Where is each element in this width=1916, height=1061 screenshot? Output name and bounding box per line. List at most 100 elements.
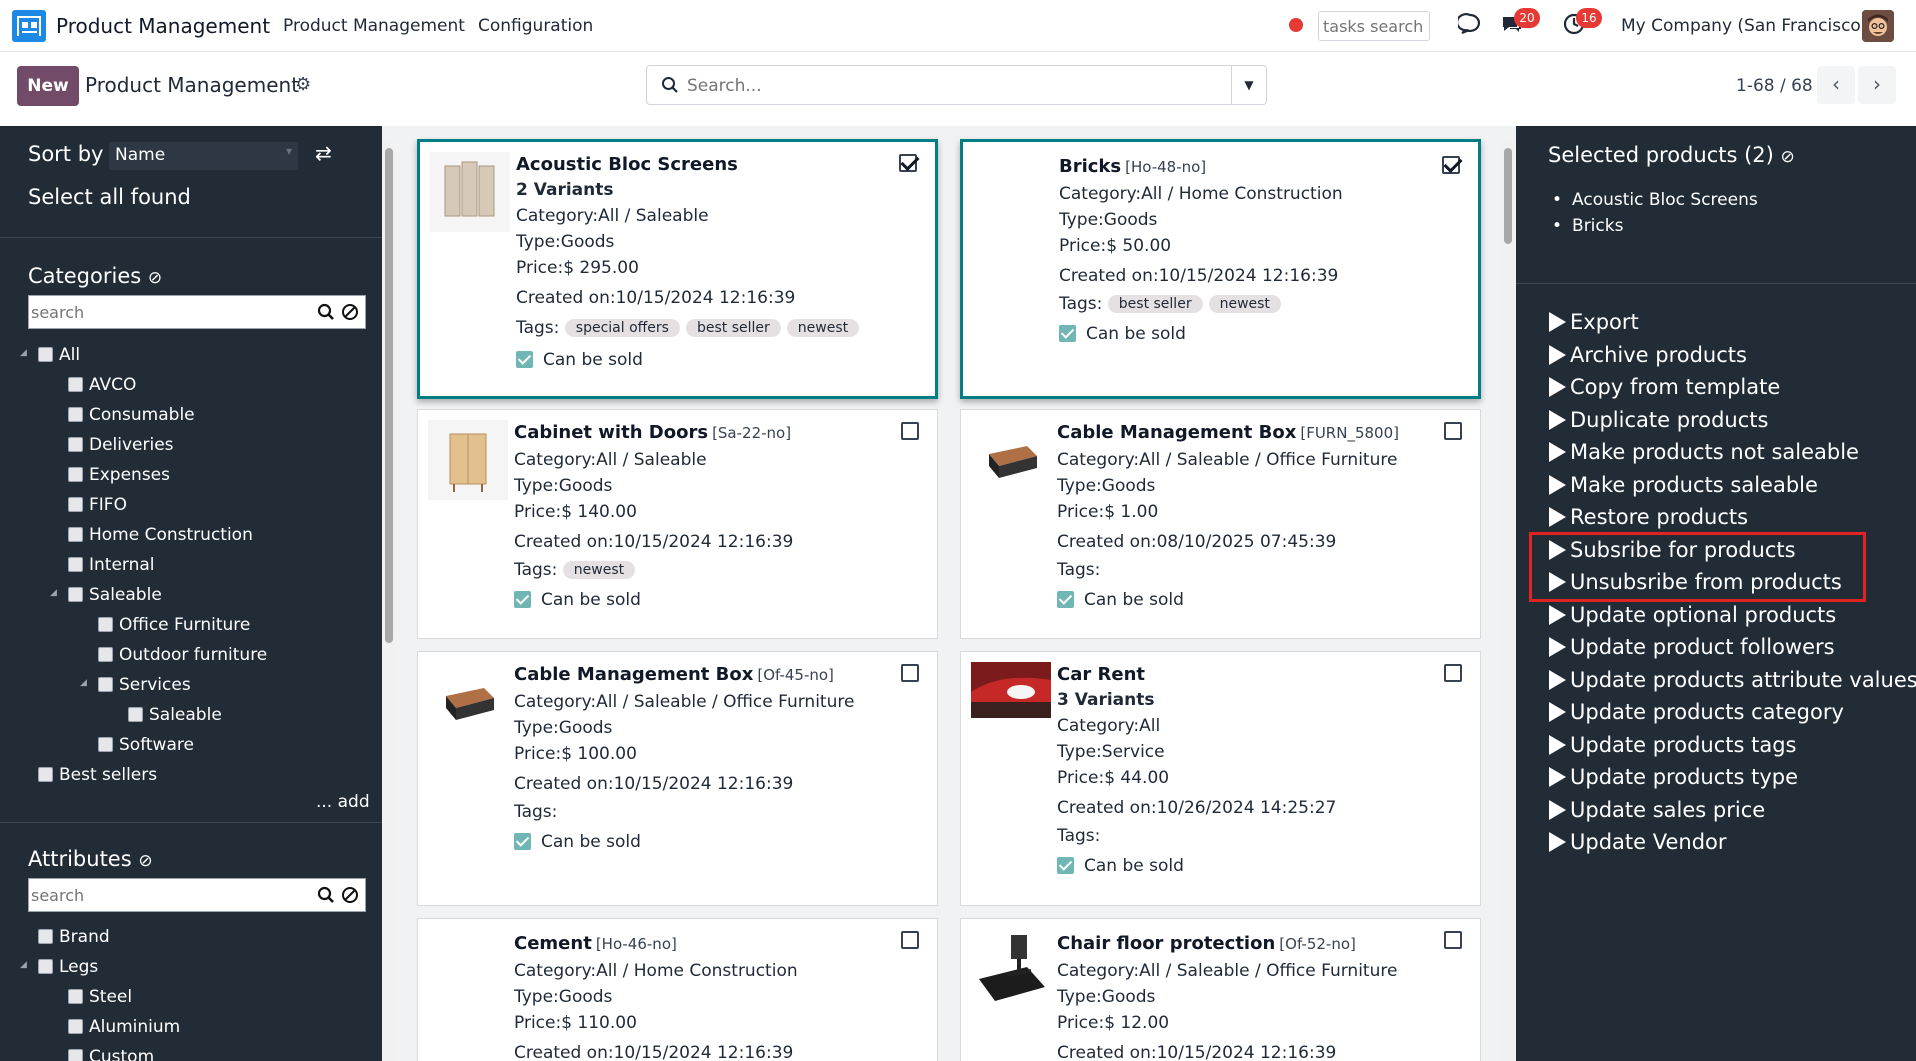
gear-icon[interactable]: ⚙ (295, 74, 311, 95)
attribute-legs[interactable]: ◢ Legs (20, 957, 98, 981)
attribute-checkbox[interactable] (38, 929, 53, 944)
attribute-aluminium[interactable]: Aluminium (68, 1017, 180, 1041)
categories-search-input[interactable] (31, 303, 301, 322)
product-name[interactable]: Cement [Ho-46-no] (514, 933, 677, 954)
attribute-checkbox[interactable] (68, 1049, 83, 1061)
product-name[interactable]: Chair floor protection [Of-52-no] (1057, 933, 1356, 954)
product-name[interactable]: Car Rent (1057, 664, 1145, 685)
card-select-checkbox[interactable] (901, 931, 919, 949)
select-all-found-link[interactable]: Select all found (28, 185, 191, 209)
search-icon[interactable] (317, 303, 335, 321)
product-name[interactable]: Bricks [Ho-48-no] (1059, 156, 1206, 177)
category-checkbox[interactable] (68, 467, 83, 482)
card-select-checkbox[interactable] (1444, 422, 1462, 440)
category-services-saleable[interactable]: Saleable (128, 705, 222, 729)
category-office-furniture[interactable]: Office Furniture (98, 615, 250, 639)
category-saleable[interactable]: ◢ Saleable (50, 585, 162, 609)
sort-by-select[interactable]: Name ▾ (109, 142, 298, 170)
menu-configuration[interactable]: Configuration (478, 16, 593, 36)
product-name[interactable]: Acoustic Bloc Screens (516, 154, 738, 175)
product-card-cement[interactable]: Cement [Ho-46-no] Category:All / Home Con… (417, 918, 938, 1061)
category-checkbox[interactable] (98, 737, 113, 752)
category-software[interactable]: Software (98, 735, 194, 759)
can-be-sold-checkbox[interactable] (516, 351, 533, 368)
collapse-triangle-icon[interactable]: ◢ (50, 588, 57, 598)
left-scrollbar[interactable] (383, 140, 395, 1061)
action-update-sales-price[interactable]: Update sales price (1549, 798, 1765, 822)
can-be-sold-checkbox[interactable] (514, 833, 531, 850)
product-name[interactable]: Cable Management Box [FURN_5800] (1057, 422, 1399, 443)
category-home-construction[interactable]: Home Construction (68, 525, 253, 549)
can-be-sold-checkbox[interactable] (1057, 591, 1074, 608)
category-expenses[interactable]: Expenses (68, 465, 170, 489)
sort-direction-swap-icon[interactable]: ⇄ (315, 141, 332, 165)
action-export[interactable]: Export (1549, 310, 1639, 334)
activities-clock-icon[interactable]: 16 (1562, 8, 1602, 38)
cards-scrollbar[interactable] (1502, 140, 1514, 1061)
action-restore-products[interactable]: Restore products (1549, 505, 1748, 529)
category-checkbox[interactable] (98, 677, 113, 692)
clear-selection-icon[interactable]: ⊘ (1781, 147, 1795, 167)
category-services[interactable]: ◢ Services (80, 675, 191, 699)
attributes-search-input[interactable] (31, 886, 301, 905)
category-avco[interactable]: AVCO (68, 375, 136, 399)
user-avatar[interactable] (1862, 10, 1894, 42)
product-card-chair-floor-protection[interactable]: Chair floor protection [Of-52-no] Categor… (960, 918, 1481, 1061)
menu-product-management[interactable]: Product Management (283, 16, 465, 36)
card-select-checkbox[interactable] (1444, 664, 1462, 682)
add-category-link[interactable]: ... add (316, 792, 370, 812)
category-best-sellers[interactable]: Best sellers (38, 765, 157, 789)
tasks-search-input[interactable] (1318, 11, 1430, 41)
action-update-optional-products[interactable]: Update optional products (1549, 603, 1836, 627)
collapse-triangle-icon[interactable]: ◢ (80, 678, 87, 688)
can-be-sold-checkbox[interactable] (514, 591, 531, 608)
category-checkbox[interactable] (128, 707, 143, 722)
category-all[interactable]: ◢ All (20, 345, 80, 369)
category-checkbox[interactable] (68, 377, 83, 392)
attribute-checkbox[interactable] (68, 989, 83, 1004)
card-select-checkbox[interactable] (901, 422, 919, 440)
category-fifo[interactable]: FIFO (68, 495, 127, 519)
category-checkbox[interactable] (68, 557, 83, 572)
product-name[interactable]: Cabinet with Doors [Sa-22-no] (514, 422, 791, 443)
can-be-sold-checkbox[interactable] (1059, 325, 1076, 342)
messages-icon[interactable]: 20 (1500, 8, 1540, 38)
action-archive-products[interactable]: Archive products (1549, 343, 1747, 367)
card-select-checkbox[interactable] (899, 154, 917, 172)
action-update-products-type[interactable]: Update products type (1549, 765, 1798, 789)
action-update-products-category[interactable]: Update products category (1549, 700, 1844, 724)
app-name[interactable]: Product Management (56, 14, 270, 38)
category-checkbox[interactable] (68, 587, 83, 602)
category-checkbox[interactable] (68, 527, 83, 542)
new-button[interactable]: New (17, 66, 79, 106)
recording-indicator-icon[interactable] (1289, 18, 1303, 32)
action-make-products-saleable[interactable]: Make products saleable (1549, 473, 1818, 497)
attribute-checkbox[interactable] (68, 1019, 83, 1034)
product-card-car-rent[interactable]: Car Rent 3 Variants Category:All Type:Se… (960, 651, 1481, 906)
action-update-product-followers[interactable]: Update product followers (1549, 635, 1835, 659)
category-consumable[interactable]: Consumable (68, 405, 195, 429)
category-deliveries[interactable]: Deliveries (68, 435, 174, 459)
pager-value[interactable]: 1-68 / 68 (1736, 76, 1813, 96)
category-checkbox[interactable] (38, 767, 53, 782)
pager-previous-chevron-left-icon[interactable]: ‹ (1817, 66, 1855, 104)
company-switcher[interactable]: My Company (San Francisco) (1621, 16, 1867, 36)
category-checkbox[interactable] (68, 407, 83, 422)
discuss-icon[interactable] (1456, 12, 1484, 38)
search-icon[interactable] (317, 886, 335, 904)
action-update-vendor[interactable]: Update Vendor (1549, 830, 1727, 854)
product-card-bricks[interactable]: Bricks [Ho-48-no] Category:All / Home Con… (960, 139, 1481, 399)
attribute-checkbox[interactable] (38, 959, 53, 974)
product-card-cabinet-with-doors[interactable]: Cabinet with Doors [Sa-22-no] Category:Al… (417, 409, 938, 639)
action-make-products-not-saleable[interactable]: Make products not saleable (1549, 440, 1859, 464)
collapse-triangle-icon[interactable]: ◢ (20, 348, 27, 358)
attribute-brand[interactable]: Brand (38, 927, 110, 951)
category-internal[interactable]: Internal (68, 555, 155, 579)
app-logo-icon[interactable] (12, 10, 46, 42)
category-checkbox[interactable] (68, 437, 83, 452)
collapse-triangle-icon[interactable]: ◢ (20, 960, 27, 970)
product-card-acoustic-bloc-screens[interactable]: Acoustic Bloc Screens 2 Variants Categor… (417, 139, 938, 399)
category-checkbox[interactable] (68, 497, 83, 512)
clear-search-icon[interactable] (341, 303, 359, 321)
category-checkbox[interactable] (38, 347, 53, 362)
